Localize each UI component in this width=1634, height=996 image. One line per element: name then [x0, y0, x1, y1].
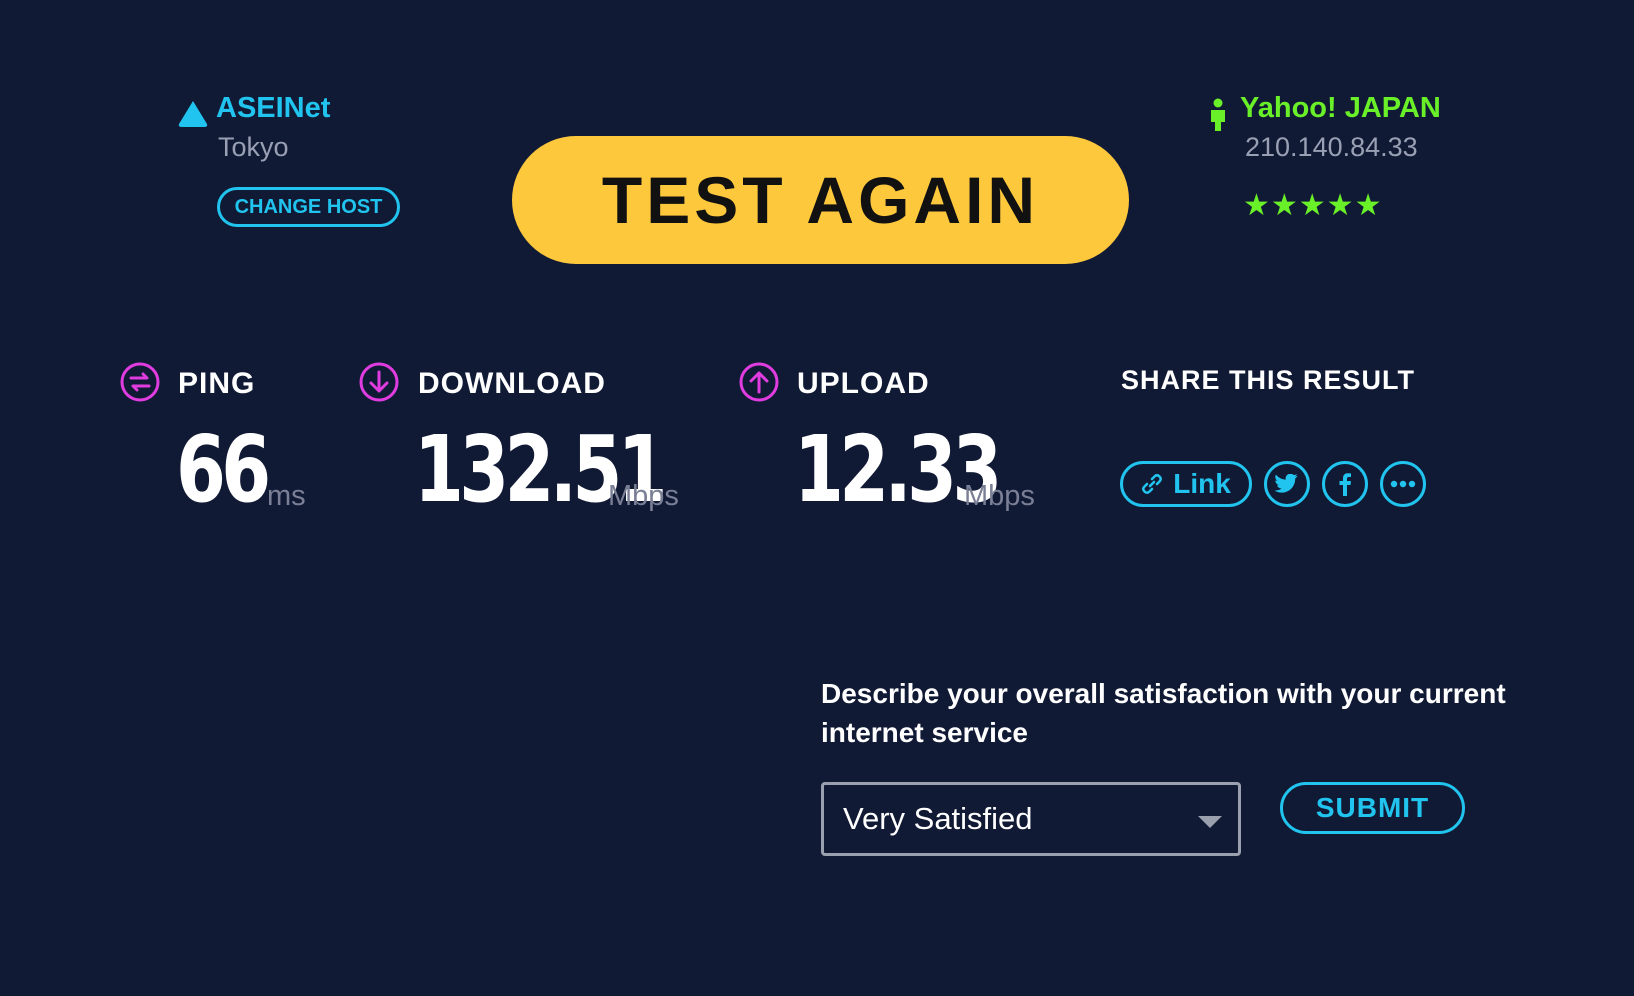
isp-ip-address: 210.140.84.33: [1245, 132, 1418, 162]
upload-arrow-icon: [739, 362, 779, 402]
upload-label: UPLOAD: [797, 367, 930, 400]
isp-rating-stars[interactable]: ★★★★★: [1243, 188, 1382, 224]
download-arrow-icon: [359, 362, 399, 402]
satisfaction-select[interactable]: Very Satisfied: [821, 782, 1241, 856]
ping-unit: ms: [267, 480, 306, 512]
share-title: SHARE THIS RESULT: [1121, 365, 1416, 395]
test-again-button[interactable]: TEST AGAIN: [512, 136, 1129, 264]
submit-button[interactable]: SUBMIT: [1280, 782, 1465, 834]
twitter-icon: [1275, 474, 1298, 493]
isp-name: Yahoo! JAPAN: [1240, 92, 1441, 124]
share-link-label: Link: [1173, 468, 1231, 499]
more-icon: [1390, 480, 1416, 488]
share-more-button[interactable]: [1380, 461, 1426, 507]
ping-icon: [120, 362, 160, 402]
share-twitter-button[interactable]: [1264, 461, 1310, 507]
person-icon: [1211, 98, 1225, 131]
download-unit: Mbps: [608, 480, 679, 512]
link-icon: [1142, 474, 1163, 494]
upload-unit: Mbps: [964, 480, 1035, 512]
triangle-server-icon: [178, 101, 208, 127]
caret-down-icon: [1198, 816, 1222, 828]
survey-question: Describe your overall satisfaction with …: [821, 678, 1506, 748]
ping-value: 66: [176, 416, 271, 523]
host-city: Tokyo: [218, 132, 289, 162]
change-host-button[interactable]: CHANGE HOST: [217, 187, 400, 227]
select-value: Very Satisfied: [843, 801, 1033, 836]
ping-label: PING: [178, 367, 256, 400]
facebook-icon: [1339, 473, 1351, 496]
download-label: DOWNLOAD: [418, 367, 606, 400]
host-name: ASEINet: [216, 92, 331, 124]
share-facebook-button[interactable]: [1322, 461, 1368, 507]
share-link-button[interactable]: Link: [1120, 461, 1252, 507]
